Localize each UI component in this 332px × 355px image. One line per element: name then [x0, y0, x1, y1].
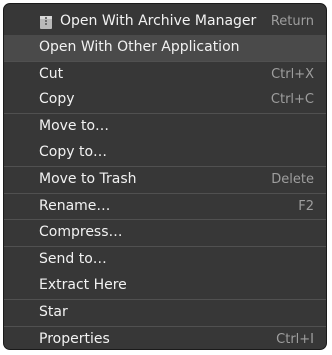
menu-item-star[interactable]: Star: [4, 300, 326, 326]
menu-item-rename[interactable]: Rename… F2: [4, 194, 326, 220]
menu-item-move-to-trash[interactable]: Move to Trash Delete: [4, 167, 326, 193]
menu-item-copy-to[interactable]: Copy to…: [4, 140, 326, 166]
menu-item-label: Move to Trash: [39, 170, 137, 187]
menu-item-shortcut: Ctrl+C: [270, 92, 314, 108]
menu-item-extract-here[interactable]: Extract Here: [4, 273, 326, 299]
menu-item-copy[interactable]: Copy Ctrl+C: [4, 87, 326, 113]
menu-item-label: Star: [39, 303, 68, 320]
menu-item-cut[interactable]: Cut Ctrl+X: [4, 62, 326, 88]
menu-item-label: Open With Other Application: [39, 38, 240, 55]
menu-item-shortcut: Return: [270, 14, 314, 29]
menu-item-shortcut: Ctrl+X: [271, 66, 314, 82]
menu-item-label: Open With Archive Manager: [60, 13, 257, 29]
menu-item-properties[interactable]: Properties Ctrl+I: [4, 327, 326, 349]
menu-item-label: Copy: [39, 91, 75, 108]
menu-item-label: Compress…: [39, 224, 123, 241]
archive-manager-icon: [40, 16, 52, 29]
menu-item-shortcut: Delete: [271, 171, 314, 187]
menu-item-shortcut: Ctrl+I: [276, 331, 314, 347]
menu-item-open-with-other-application[interactable]: Open With Other Application: [4, 34, 326, 61]
menu-item-label: Copy to…: [39, 143, 108, 160]
context-menu: Open With Archive Manager Return Open Wi…: [3, 3, 327, 350]
menu-item-label: Move to…: [39, 118, 110, 135]
menu-item-move-to[interactable]: Move to…: [4, 114, 326, 140]
menu-item-open-with-archive-manager[interactable]: Open With Archive Manager Return: [4, 9, 326, 35]
menu-item-label: Rename…: [39, 197, 111, 214]
menu-item-shortcut: F2: [298, 198, 314, 214]
menu-item-send-to[interactable]: Send to…: [4, 247, 326, 273]
menu-item-compress[interactable]: Compress…: [4, 220, 326, 246]
menu-item-label: Cut: [39, 65, 64, 82]
menu-item-label: Send to…: [39, 251, 107, 268]
menu-item-label: Properties: [39, 330, 110, 347]
menu-item-label: Extract Here: [39, 276, 127, 293]
